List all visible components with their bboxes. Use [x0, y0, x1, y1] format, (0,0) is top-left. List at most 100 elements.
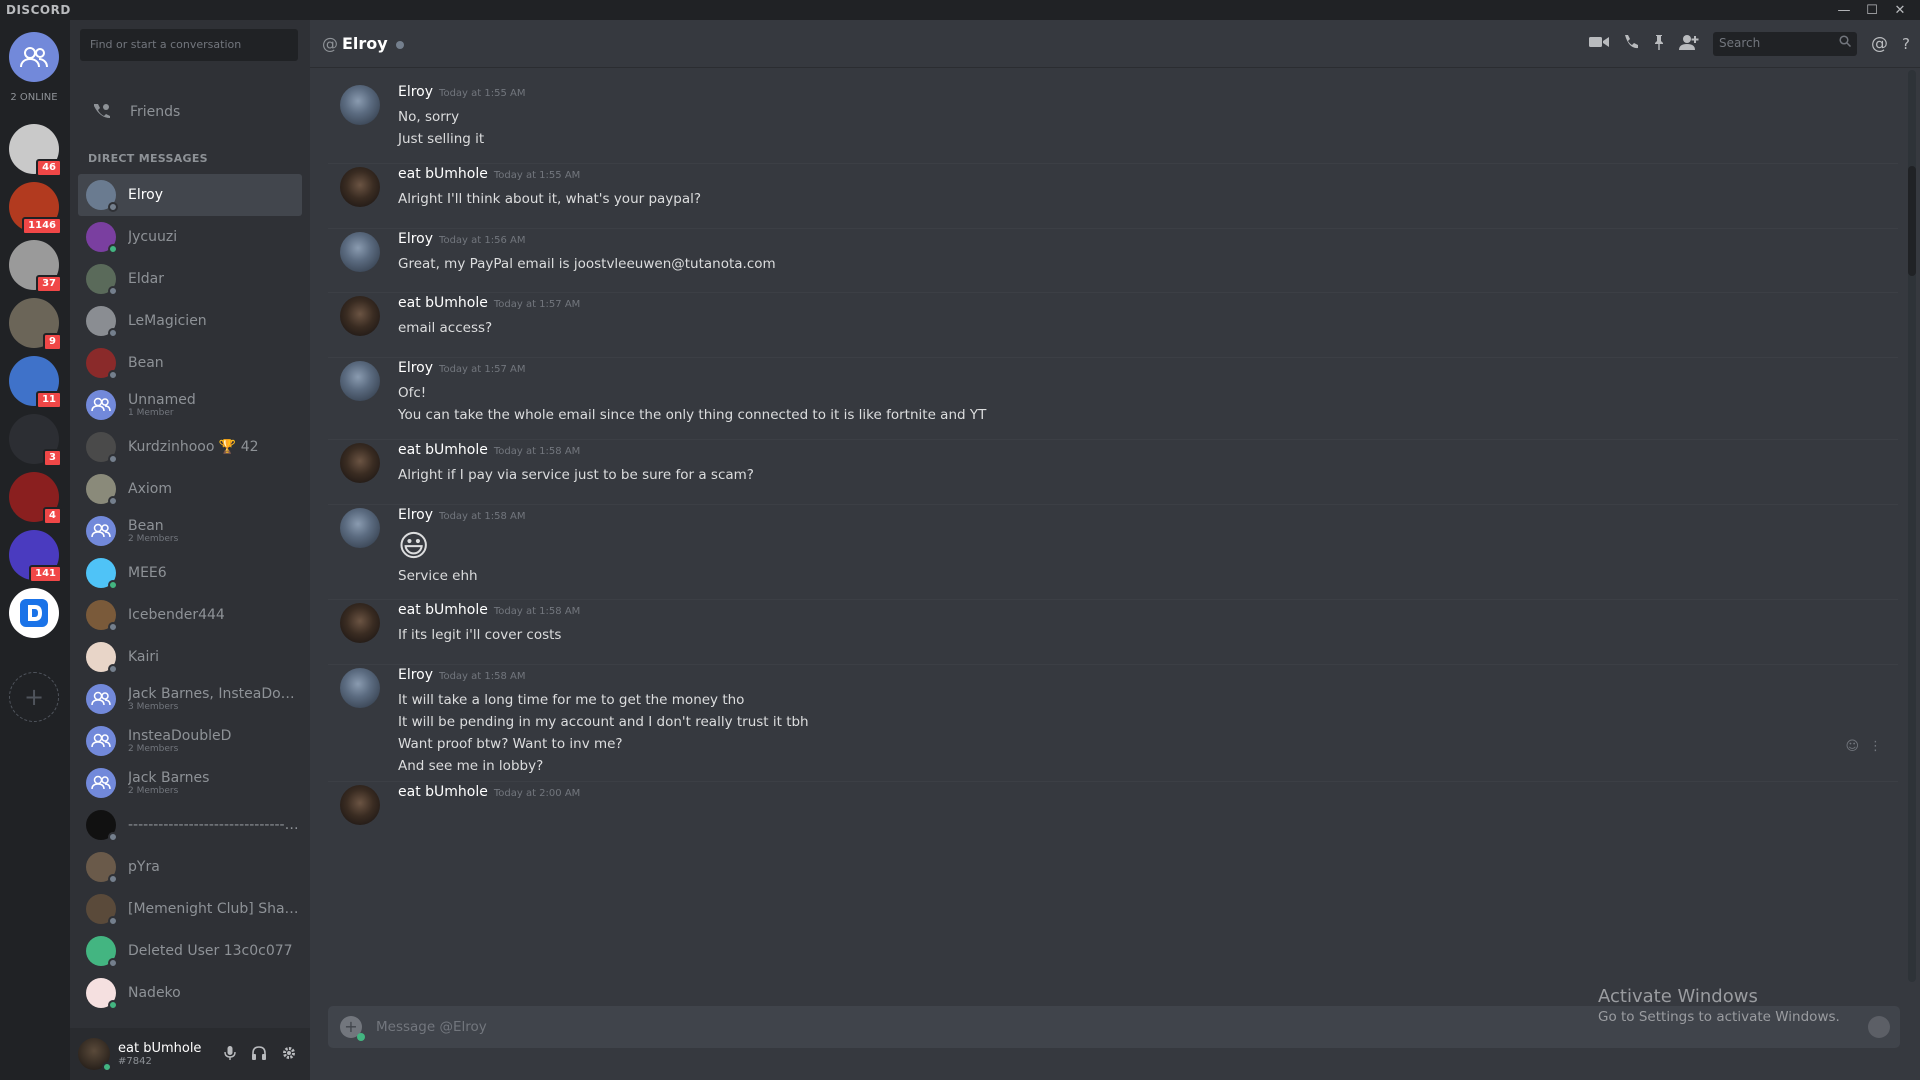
- message-group[interactable]: Elroy Today at 1:56 AM Great, my PayPal em…: [328, 229, 1898, 293]
- maximize-button[interactable]: ☐: [1858, 0, 1886, 20]
- guild-icon-say-no-to-soy[interactable]: 46: [9, 124, 62, 177]
- author-avatar[interactable]: [340, 361, 380, 401]
- message-text: Just selling it: [398, 131, 485, 147]
- dm-avatar: [86, 558, 118, 590]
- plus-icon: +: [9, 672, 59, 722]
- friends-nav-item[interactable]: Friends: [78, 92, 302, 132]
- more-options-icon[interactable]: ⋮: [1869, 739, 1882, 754]
- headphones-icon[interactable]: [252, 1046, 266, 1064]
- message-group[interactable]: Elroy Today at 1:58 AM It will take a long…: [328, 665, 1898, 782]
- message-text: It will take a long time for me to get t…: [398, 692, 745, 708]
- dm-avatar: [86, 222, 118, 254]
- dm-item[interactable]: Jack Barnes 2 Members: [78, 762, 302, 804]
- close-button[interactable]: ✕: [1886, 0, 1914, 20]
- author-avatar[interactable]: [340, 232, 380, 272]
- home-friends-button[interactable]: [9, 32, 59, 82]
- message-author[interactable]: Elroy: [398, 360, 433, 376]
- dm-item[interactable]: [Memenight Club] Shai ...: [78, 888, 302, 930]
- guild-icon-guild-photo[interactable]: 37: [9, 240, 62, 293]
- status-indicator: [108, 244, 118, 254]
- voice-call-icon[interactable]: [1623, 34, 1639, 54]
- user-discriminator: #7842: [118, 1056, 152, 1067]
- pinned-messages-icon[interactable]: [1653, 34, 1665, 54]
- message-author[interactable]: eat bUmhole: [398, 442, 488, 458]
- message-timestamp: Today at 1:58 AM: [439, 511, 526, 522]
- guild-icon-guild-purple[interactable]: 141: [9, 530, 62, 583]
- author-avatar[interactable]: [340, 603, 380, 643]
- minimize-button[interactable]: —: [1830, 0, 1858, 20]
- message-scrollbar[interactable]: [1908, 70, 1916, 982]
- message-group[interactable]: eat bUmhole Today at 1:58 AM Alright if I …: [328, 440, 1898, 505]
- author-avatar[interactable]: [340, 167, 380, 207]
- group-dm-icon: [86, 726, 116, 756]
- author-avatar[interactable]: [340, 85, 380, 125]
- scrollbar-thumb[interactable]: [1908, 166, 1916, 276]
- guild-icon-guild-people[interactable]: 9: [9, 298, 62, 351]
- dm-item[interactable]: Eldar: [78, 258, 302, 300]
- emoji-picker-icon[interactable]: [1868, 1016, 1890, 1038]
- video-call-icon[interactable]: [1589, 35, 1610, 53]
- dm-item[interactable]: LeMagicien: [78, 300, 302, 342]
- smiley-emoji[interactable]: 😃: [398, 529, 478, 565]
- message-group[interactable]: Elroy Today at 1:58 AM 😃 Service ehh: [328, 505, 1898, 600]
- message-group[interactable]: eat bUmhole Today at 1:57 AM email access?: [328, 293, 1898, 358]
- message-group[interactable]: Elroy Today at 1:55 AM No, sorry Just selli…: [328, 82, 1898, 164]
- dm-item[interactable]: pYra: [78, 846, 302, 888]
- user-avatar[interactable]: [78, 1038, 112, 1072]
- dm-item[interactable]: Nadeko: [78, 972, 302, 1014]
- dm-item[interactable]: Unnamed 1 Member: [78, 384, 302, 426]
- guild-icon-guild-red-logo[interactable]: 4: [9, 472, 62, 525]
- dm-avatar: [86, 474, 118, 506]
- mentions-icon[interactable]: @: [1871, 34, 1888, 54]
- group-dm-icon: [86, 768, 116, 798]
- add-friend-to-dm-icon[interactable]: [1679, 34, 1699, 54]
- message-author[interactable]: eat bUmhole: [398, 602, 488, 618]
- message-author[interactable]: eat bUmhole: [398, 295, 488, 311]
- message-list: Elroy Today at 1:55 AM No, sorry Just selli…: [310, 68, 1906, 984]
- dm-item[interactable]: Elroy: [78, 174, 302, 216]
- dm-item[interactable]: InsteaDoubleD 2 Members: [78, 720, 302, 762]
- author-avatar[interactable]: [340, 785, 380, 825]
- message-group[interactable]: eat bUmhole Today at 1:58 AM If its legit …: [328, 600, 1898, 665]
- message-author[interactable]: Elroy: [398, 231, 433, 247]
- dm-item[interactable]: Axiom: [78, 468, 302, 510]
- guild-icon-guild-shoe[interactable]: 11: [9, 356, 62, 409]
- message-search-input[interactable]: Search: [1713, 32, 1858, 56]
- message-author[interactable]: Elroy: [398, 84, 433, 100]
- dm-item[interactable]: Kurdzinhooo 🏆 42: [78, 426, 302, 468]
- mention-badge: 141: [29, 565, 62, 583]
- author-avatar[interactable]: [340, 443, 380, 483]
- author-avatar[interactable]: [340, 296, 380, 336]
- message-author[interactable]: eat bUmhole: [398, 166, 488, 182]
- message-group[interactable]: eat bUmhole Today at 1:55 AM Alright I'll …: [328, 164, 1898, 229]
- guild-icon-guild-red-face[interactable]: 1146: [9, 182, 62, 235]
- help-icon[interactable]: ?: [1902, 35, 1910, 53]
- message-author[interactable]: Elroy: [398, 507, 433, 523]
- add-server-button[interactable]: +: [9, 672, 59, 722]
- dm-item[interactable]: Icebender444: [78, 594, 302, 636]
- dm-item[interactable]: Bean 2 Members: [78, 510, 302, 552]
- author-avatar[interactable]: [340, 508, 380, 548]
- add-reaction-icon[interactable]: ☺: [1845, 739, 1859, 754]
- upload-attachment-button[interactable]: +: [340, 1016, 365, 1041]
- message-text: Alright if I pay via service just to be …: [398, 467, 754, 483]
- message-author[interactable]: eat bUmhole: [398, 784, 488, 800]
- dm-item[interactable]: Bean: [78, 342, 302, 384]
- dm-item[interactable]: -----------------------------------: [78, 804, 302, 846]
- guild-icon-guild-dark[interactable]: 3: [9, 414, 62, 467]
- message-group[interactable]: Elroy Today at 1:57 AM Ofc! You can take th…: [328, 358, 1898, 440]
- message-author[interactable]: Elroy: [398, 667, 433, 683]
- author-avatar[interactable]: [340, 668, 380, 708]
- message-group[interactable]: eat bUmhole Today at 2:00 AM: [328, 782, 1898, 825]
- settings-gear-icon[interactable]: [282, 1046, 296, 1064]
- dm-item[interactable]: Deleted User 13c0c077: [78, 930, 302, 972]
- dm-item[interactable]: Kairi: [78, 636, 302, 678]
- status-indicator: [108, 916, 118, 926]
- guild-icon-guild-d[interactable]: [9, 588, 59, 638]
- dm-search-input[interactable]: Find or start a conversation: [80, 29, 298, 61]
- microphone-icon[interactable]: [224, 1046, 236, 1064]
- dm-item[interactable]: Jack Barnes, InsteaDoub... 3 Members: [78, 678, 302, 720]
- dm-item[interactable]: MEE6: [78, 552, 302, 594]
- dm-avatar: [86, 852, 118, 884]
- dm-item[interactable]: Jycuuzi: [78, 216, 302, 258]
